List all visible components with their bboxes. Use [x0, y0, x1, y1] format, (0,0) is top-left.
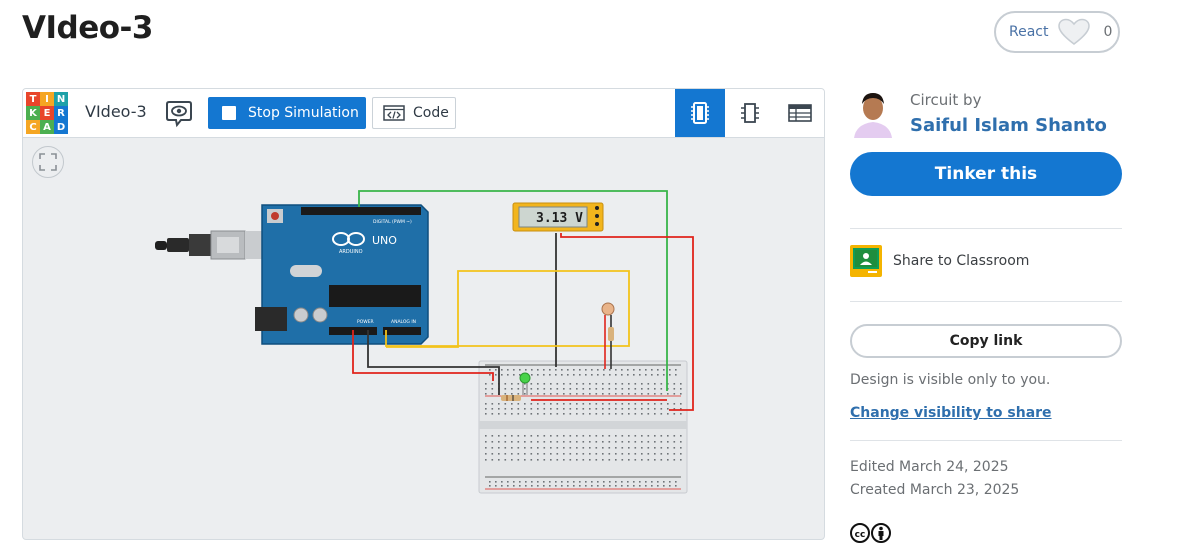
- circuit-view-icon[interactable]: [675, 89, 725, 137]
- led-resistor: [501, 395, 521, 401]
- tinkercad-logo: TINKERCAD: [26, 92, 68, 134]
- logo-letter: D: [54, 120, 68, 134]
- code-icon: [383, 105, 405, 121]
- multimeter-reading: 3.13 V: [536, 211, 583, 226]
- logo-letter: E: [40, 106, 54, 120]
- circuit-canvas[interactable]: UNO ARDUINO DIGITAL (PWM ~) POWER ANALOG…: [23, 137, 824, 539]
- page-title: VIdeo-3: [22, 10, 153, 46]
- circuit-by-label: Circuit by: [910, 91, 982, 109]
- code-label: Code: [413, 105, 449, 121]
- edited-date: Edited March 24, 2025: [850, 459, 1009, 475]
- react-button[interactable]: React 0: [994, 11, 1120, 53]
- created-date: Created March 23, 2025: [850, 482, 1020, 498]
- component-list-icon[interactable]: [775, 89, 824, 137]
- react-count: 0: [1103, 24, 1113, 40]
- stop-simulation-button[interactable]: Stop Simulation: [208, 97, 366, 129]
- logo-letter: K: [26, 106, 40, 120]
- license-icons[interactable]: cc: [850, 522, 894, 548]
- eye-icon[interactable]: [164, 98, 194, 128]
- visibility-note: Design is visible only to you.: [850, 372, 1051, 388]
- arduino-sub: ARDUINO: [339, 249, 363, 255]
- divider: [850, 301, 1122, 302]
- circuit-viewer: TINKERCAD VIdeo-3 Stop Simulation Code U…: [22, 88, 825, 540]
- logo-letter: I: [40, 92, 54, 106]
- digital-label: DIGITAL (PWM ~): [373, 219, 412, 225]
- usb-cable: [155, 230, 275, 260]
- divider: [850, 228, 1122, 229]
- arduino-board: UNO ARDUINO DIGITAL (PWM ~) POWER ANALOG…: [255, 204, 429, 345]
- react-label: React: [1009, 24, 1049, 40]
- attribution-icon: [871, 523, 891, 543]
- heart-icon: [1058, 18, 1091, 45]
- analog-label: ANALOG IN: [391, 319, 416, 325]
- breadboard: [478, 360, 688, 494]
- logo-letter: C: [26, 120, 40, 134]
- logo-letter: R: [54, 106, 68, 120]
- avatar[interactable]: [850, 88, 896, 138]
- creative-commons-icon: cc: [850, 523, 870, 543]
- tinker-this-button[interactable]: Tinker this: [850, 152, 1122, 196]
- stop-icon: [222, 106, 236, 120]
- logo-letter: A: [40, 120, 54, 134]
- photoresistor: [601, 302, 615, 369]
- circuit-name: VIdeo-3: [85, 102, 147, 121]
- arduino-brand: UNO: [372, 234, 397, 247]
- power-label: POWER: [357, 319, 374, 325]
- google-classroom-icon[interactable]: [850, 245, 882, 277]
- viewer-toolbar: TINKERCAD VIdeo-3 Stop Simulation Code: [23, 89, 824, 138]
- logo-letter: T: [26, 92, 40, 106]
- code-button[interactable]: Code: [372, 97, 456, 129]
- stop-simulation-label: Stop Simulation: [248, 105, 359, 121]
- share-to-classroom-link[interactable]: Share to Classroom: [893, 253, 1029, 269]
- change-visibility-link[interactable]: Change visibility to share: [850, 405, 1052, 421]
- multimeter: 3.13 V: [512, 202, 604, 232]
- schematic-view-icon[interactable]: [725, 89, 775, 137]
- author-link[interactable]: Saiful Islam Shanto: [910, 115, 1107, 136]
- svg-text:cc: cc: [855, 530, 866, 540]
- logo-letter: N: [54, 92, 68, 106]
- copy-link-button[interactable]: Copy link: [850, 324, 1122, 358]
- divider: [850, 440, 1122, 441]
